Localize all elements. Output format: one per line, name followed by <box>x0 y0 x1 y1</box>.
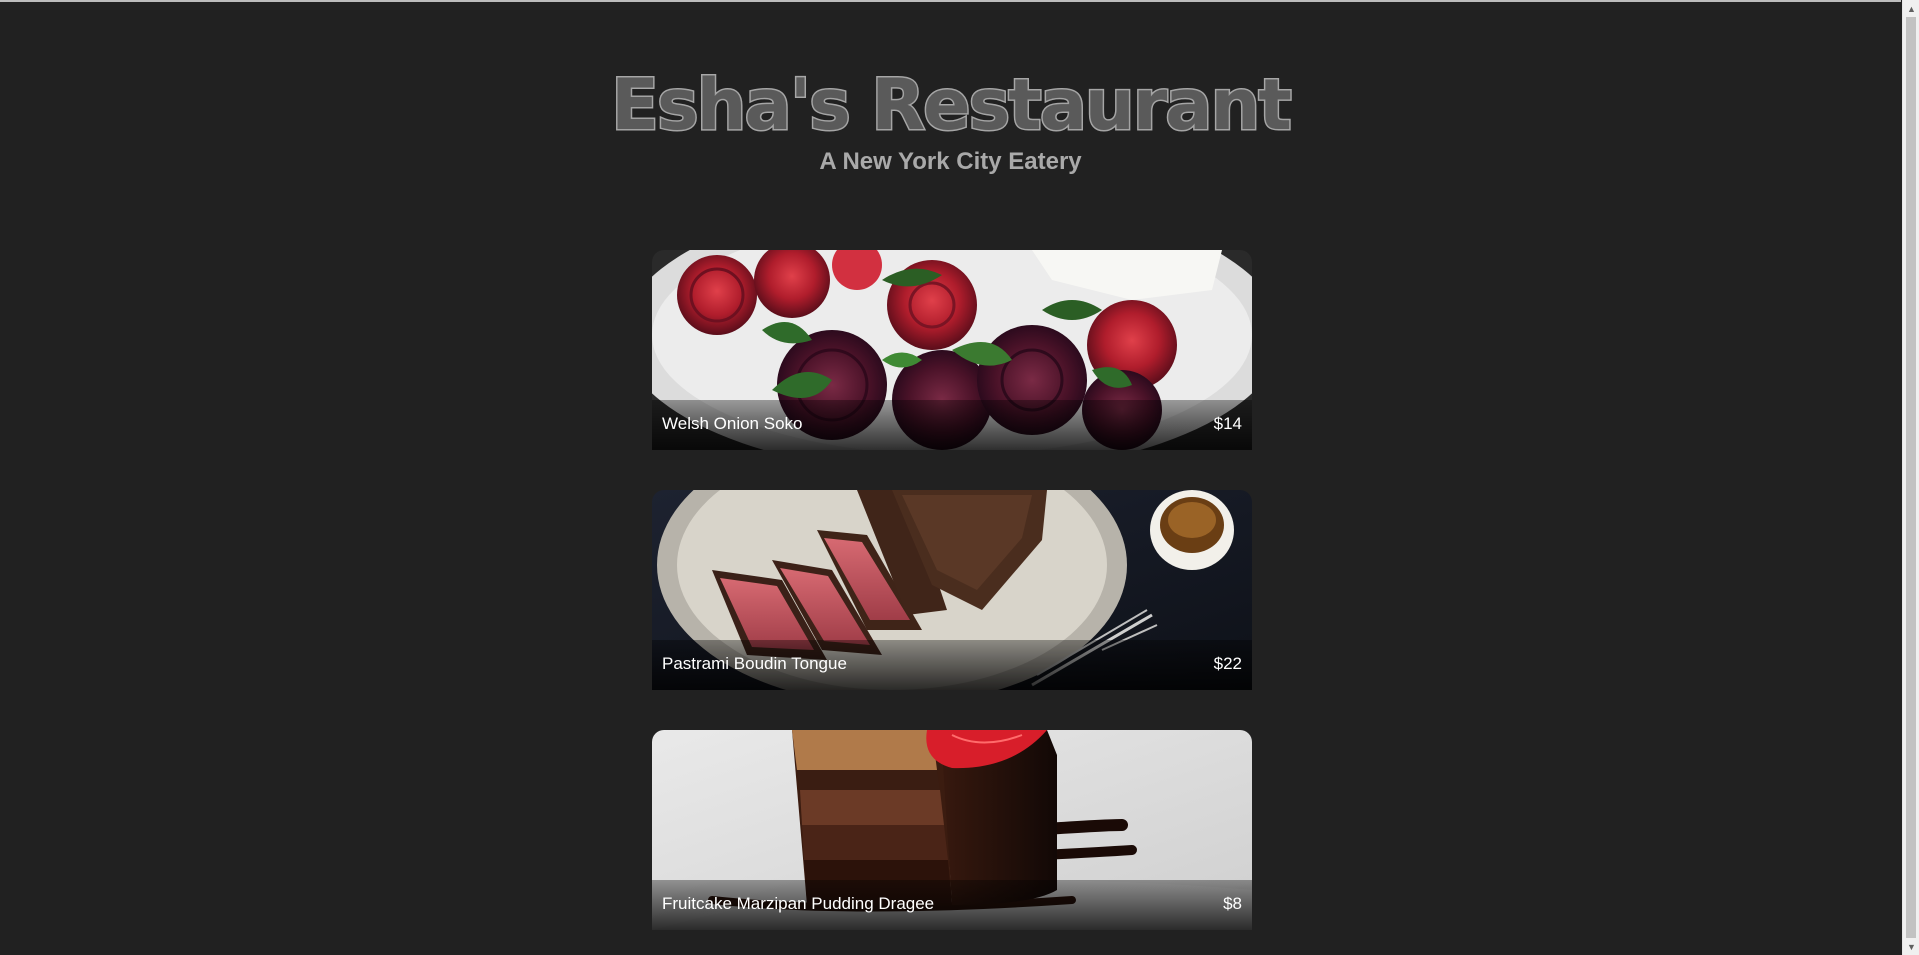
restaurant-subtitle: A New York City Eatery <box>819 148 1082 175</box>
menu-item-card[interactable]: Pastrami Boudin Tongue $22 <box>652 490 1252 690</box>
dish-name: Pastrami Boudin Tongue <box>662 654 847 673</box>
dish-name: Fruitcake Marzipan Pudding Dragee <box>662 894 935 913</box>
caption-bar: Welsh Onion Soko $14 <box>652 400 1252 450</box>
dish-price: $22 <box>1213 654 1242 673</box>
caption-bar: Fruitcake Marzipan Pudding Dragee $8 <box>652 880 1252 930</box>
restaurant-title: Esha's Restaurant <box>610 63 1294 148</box>
top-border <box>0 0 1901 2</box>
vertical-scrollbar[interactable]: ▲ ▼ <box>1902 0 1919 955</box>
scrollbar-thumb[interactable] <box>1906 17 1916 938</box>
dish-name: Welsh Onion Soko <box>662 414 803 433</box>
site-header: Esha's Restaurant A New York City Eatery <box>0 60 1901 176</box>
page: Esha's Restaurant A New York City Eatery <box>0 0 1919 955</box>
scroll-down-arrow-icon[interactable]: ▼ <box>1903 938 1919 955</box>
dish-price: $14 <box>1213 414 1242 433</box>
caption-bar: Pastrami Boudin Tongue $22 <box>652 640 1252 690</box>
dish-price: $8 <box>1223 894 1242 913</box>
menu-item-card[interactable]: Welsh Onion Soko $14 <box>652 250 1252 450</box>
scroll-up-arrow-icon[interactable]: ▲ <box>1903 0 1919 17</box>
menu-item-card[interactable]: Fruitcake Marzipan Pudding Dragee $8 <box>652 730 1252 930</box>
